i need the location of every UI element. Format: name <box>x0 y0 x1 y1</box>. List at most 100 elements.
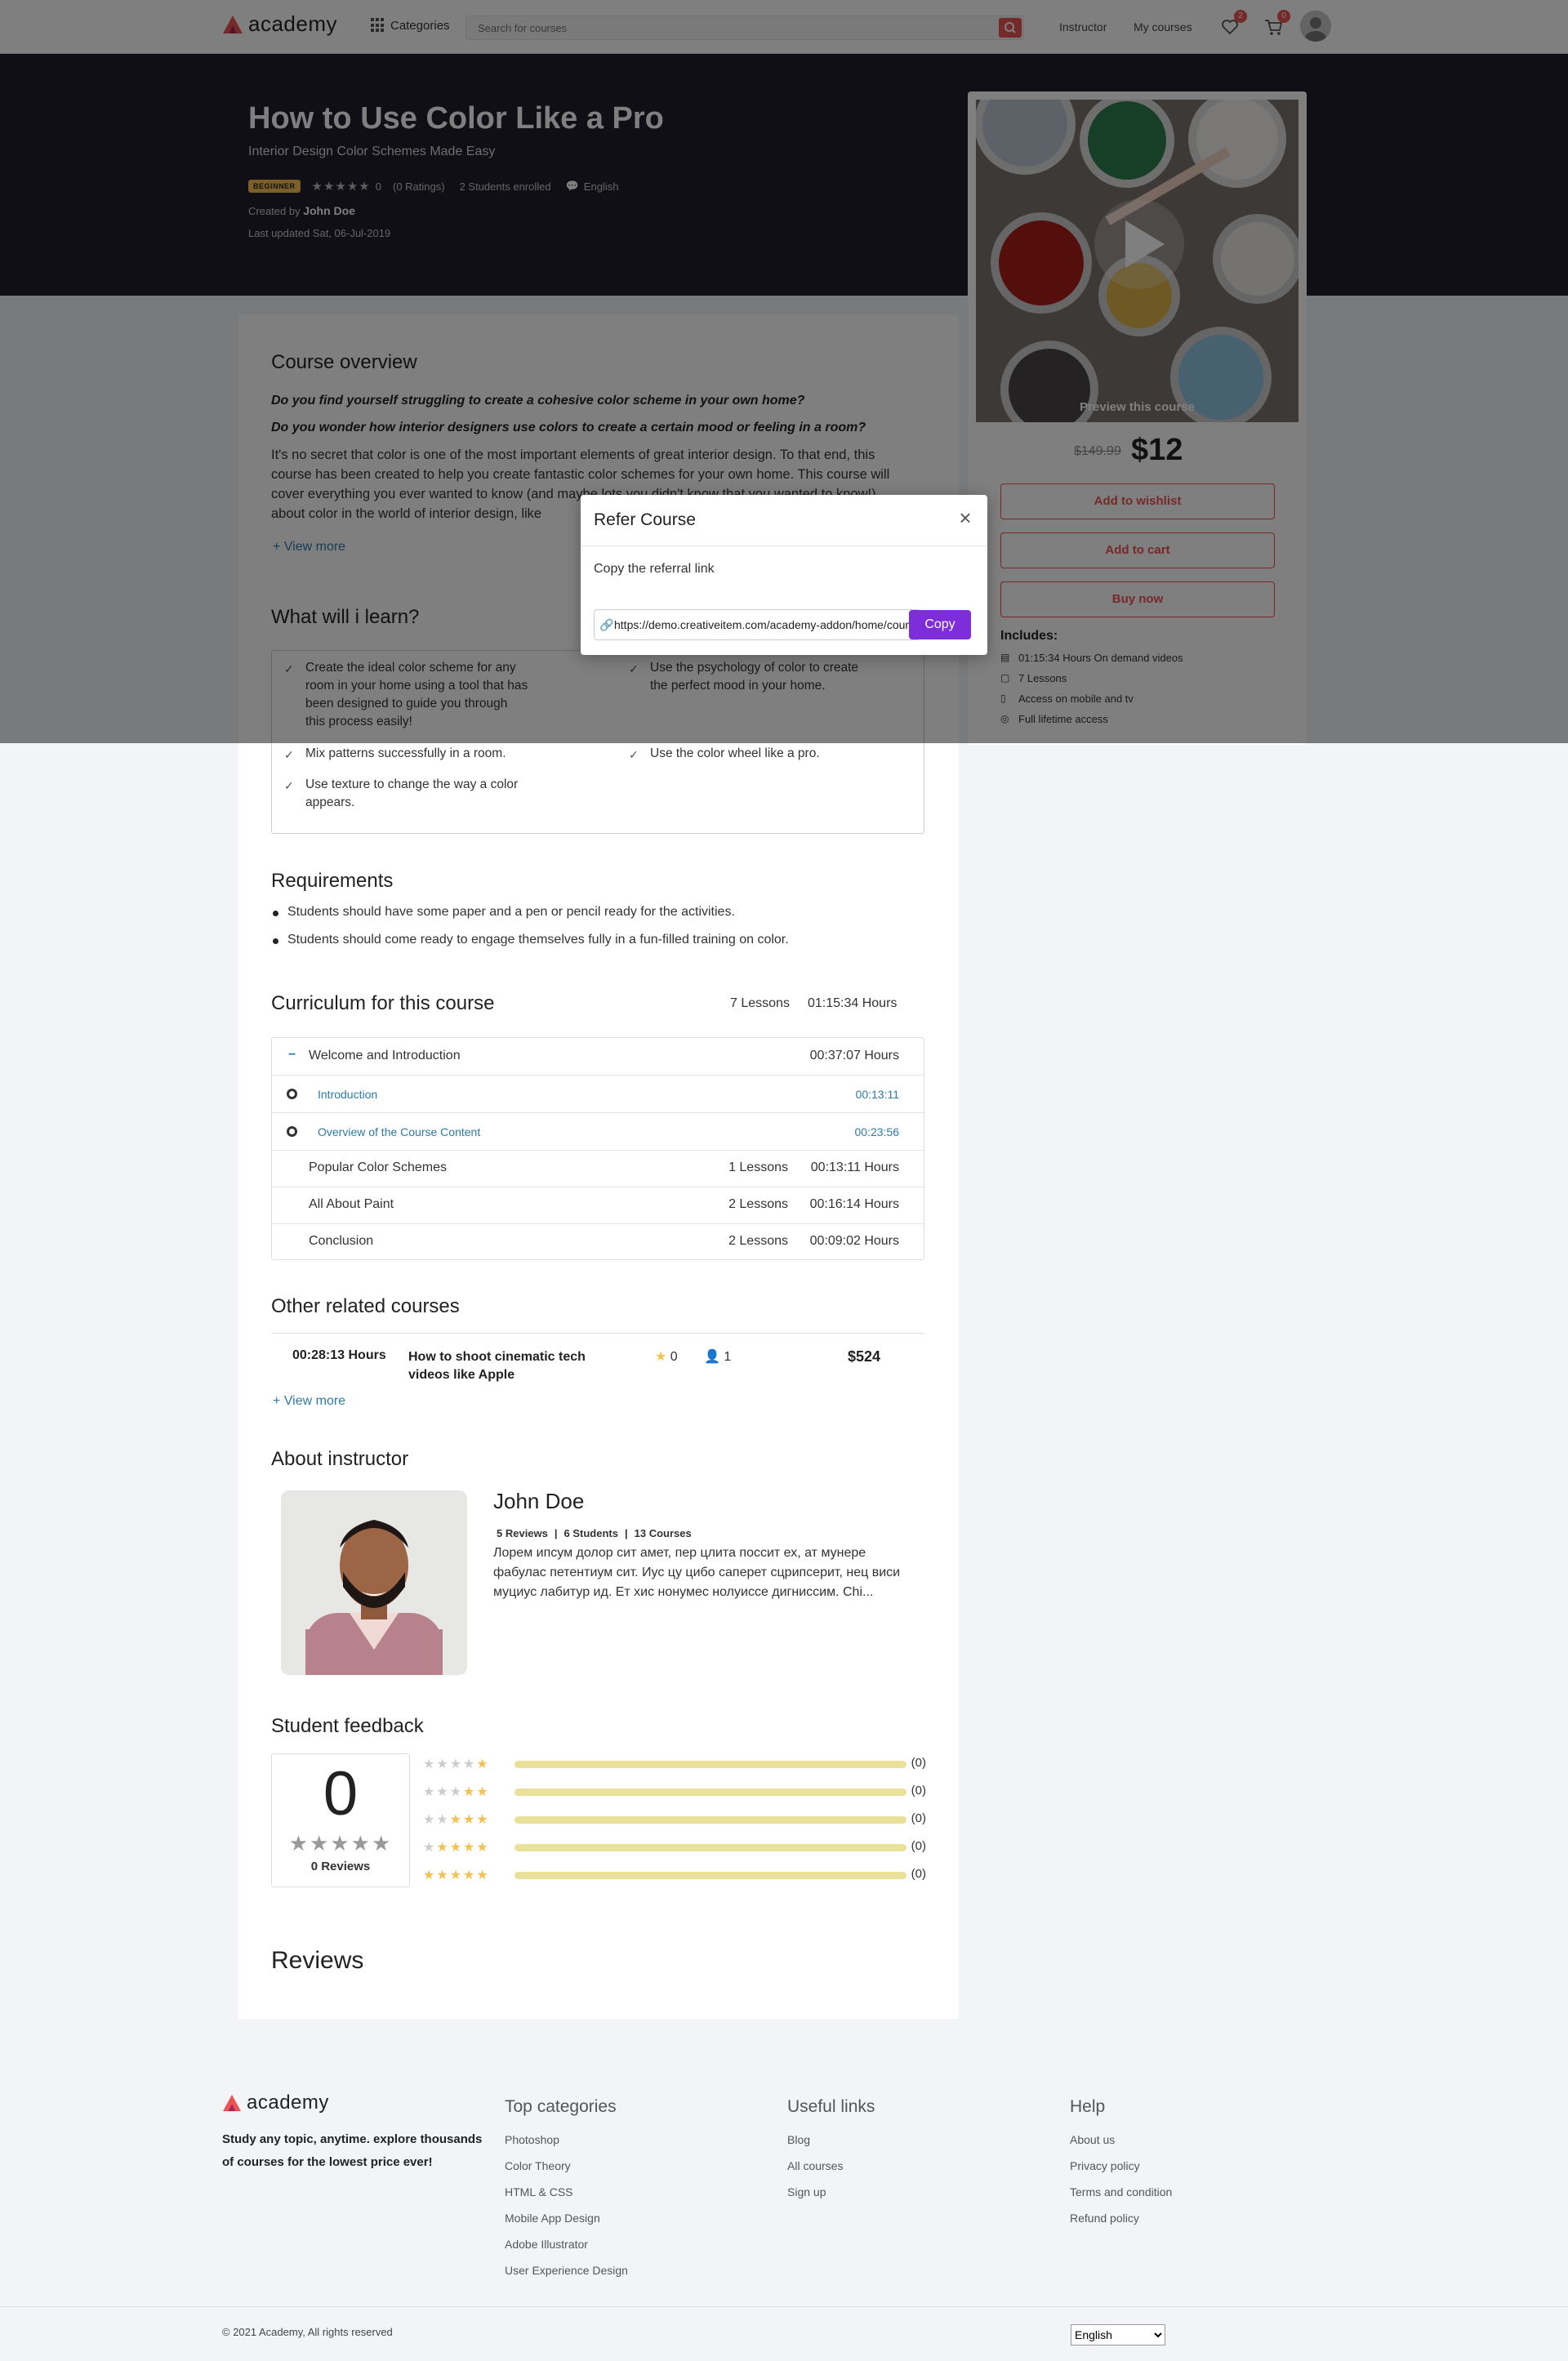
footer-link[interactable]: All courses <box>787 2159 843 2172</box>
footer-link[interactable]: User Experience Design <box>505 2264 628 2277</box>
rating-breakdown-row: ★★★★★ (0) <box>423 1811 926 1828</box>
footer-link[interactable]: Sign up <box>787 2185 826 2198</box>
instructor-heading: About instructor <box>271 1448 409 1470</box>
footer-logo[interactable]: academy <box>222 2091 329 2114</box>
rating-row-bar <box>514 1872 906 1879</box>
related-view-more-link[interactable]: + View more <box>273 1394 345 1409</box>
star-icon: ★ <box>436 1813 450 1827</box>
check-icon: ✓ <box>284 779 294 792</box>
footer-link[interactable]: Terms and condition <box>1070 2185 1172 2198</box>
related-course-duration: 00:28:13 Hours <box>292 1348 386 1362</box>
star-icon: ★ <box>423 1869 437 1882</box>
copyright-text: © 2021 Academy, All rights reserved <box>222 2326 393 2338</box>
instructor-reviews: 5 Reviews <box>497 1527 548 1539</box>
star-icon: ★ <box>423 1813 437 1827</box>
rating-breakdown-row: ★★★★★ (0) <box>423 1784 926 1800</box>
requirement-item: Students should come ready to engage the… <box>271 933 789 947</box>
curriculum-lessons-count: 7 Lessons <box>730 996 790 1010</box>
related-heading: Other related courses <box>271 1295 460 1317</box>
collapse-icon: − <box>288 1048 296 1062</box>
footer-link[interactable]: Adobe Illustrator <box>505 2238 588 2251</box>
rating-row-stars: ★★★★★ <box>423 1756 490 1772</box>
footer-link[interactable]: About us <box>1070 2133 1115 2146</box>
related-course-students: 👤 1 <box>704 1348 731 1365</box>
section-lesson-count: 2 Lessons <box>728 1197 788 1211</box>
section-title: All About Paint <box>309 1197 394 1211</box>
lesson-title[interactable]: Overview of the Course Content <box>318 1125 480 1138</box>
check-icon: ✓ <box>629 748 639 761</box>
curriculum-section[interactable]: Conclusion 2 Lessons 00:09:02 Hours <box>272 1224 924 1260</box>
referral-link-input[interactable] <box>614 610 916 639</box>
footer-link[interactable]: Color Theory <box>505 2159 571 2172</box>
feedback-heading: Student feedback <box>271 1715 424 1737</box>
curriculum-accordion: − Welcome and Introduction 00:37:07 Hour… <box>271 1037 924 1260</box>
average-rating-stars: ★★★★★ <box>288 1831 393 1855</box>
star-icon: ★ <box>463 1757 477 1771</box>
star-icon: ★ <box>655 1350 667 1364</box>
footer-link[interactable]: HTML & CSS <box>505 2185 573 2198</box>
curriculum-section-open[interactable]: − Welcome and Introduction 00:37:07 Hour… <box>272 1038 924 1076</box>
instructor-students: 6 Students <box>564 1527 618 1539</box>
rating-breakdown-row: ★★★★★ (0) <box>423 1756 926 1772</box>
star-icon: ★ <box>436 1869 450 1882</box>
section-title: Welcome and Introduction <box>309 1049 461 1062</box>
lesson-duration: 00:13:11 <box>855 1088 899 1101</box>
instructor-stats: 5 Reviews | 6 Students | 13 Courses <box>497 1527 692 1539</box>
star-icon: ★ <box>463 1869 477 1882</box>
footer-link[interactable]: Privacy policy <box>1070 2159 1140 2172</box>
curriculum-section[interactable]: All About Paint 2 Lessons 00:16:14 Hours <box>272 1187 924 1224</box>
footer-tagline: Study any topic, anytime. explore thousa… <box>222 2132 483 2169</box>
star-icon: ★ <box>436 1757 450 1771</box>
instructor-name[interactable]: John Doe <box>493 1489 584 1514</box>
link-icon: 🔗 <box>599 618 614 631</box>
rating-row-stars: ★★★★★ <box>423 1784 490 1800</box>
section-duration: 00:16:14 Hours <box>809 1197 899 1211</box>
modal-label: Copy the referral link <box>594 562 715 576</box>
footer-link[interactable]: Photoshop <box>505 2133 559 2146</box>
rating-row-stars: ★★★★★ <box>423 1867 490 1883</box>
rating-breakdown-row: ★★★★★ (0) <box>423 1839 926 1855</box>
lesson-title[interactable]: Introduction <box>318 1088 377 1101</box>
star-icon: ★ <box>449 1841 464 1855</box>
close-icon[interactable]: × <box>955 507 976 529</box>
lesson-row[interactable]: Introduction 00:13:11 <box>272 1076 924 1113</box>
reviews-heading: Reviews <box>271 1947 364 1974</box>
section-lesson-count: 2 Lessons <box>728 1234 788 1248</box>
footer-link[interactable]: Blog <box>787 2133 810 2146</box>
star-icon: ★ <box>423 1841 437 1855</box>
star-icon: ★ <box>436 1785 450 1799</box>
star-icon: ★ <box>423 1757 437 1771</box>
site-footer <box>0 2074 1568 2361</box>
related-course-title[interactable]: How to shoot cinematic tech videos like … <box>408 1348 629 1384</box>
star-icon: ★ <box>463 1841 477 1855</box>
curriculum-section[interactable]: Popular Color Schemes 1 Lessons 00:13:11… <box>272 1151 924 1187</box>
reviews-count: 0 Reviews <box>310 1860 371 1873</box>
curriculum-heading: Curriculum for this course <box>271 992 495 1014</box>
footer-col-heading: Useful links <box>787 2097 875 2116</box>
learn-item-text: Mix patterns successfully in a room. <box>305 746 506 760</box>
requirements-heading: Requirements <box>271 870 394 892</box>
star-icon: ★ <box>476 1813 490 1827</box>
related-course-row[interactable]: 00:28:13 Hours How to shoot cinematic te… <box>271 1333 924 1393</box>
copy-button[interactable]: Copy <box>909 610 971 639</box>
related-students-value: 1 <box>724 1350 732 1364</box>
instructor-photo <box>281 1490 467 1675</box>
instructor-bio: Лорем ипсум долор сит амет, пер цлита по… <box>493 1546 901 1599</box>
instructor-courses: 13 Courses <box>634 1527 692 1539</box>
footer-link[interactable]: Refund policy <box>1070 2212 1139 2225</box>
requirement-item: Students should have some paper and a pe… <box>271 905 735 920</box>
average-rating-box: 0 ★★★★★ 0 Reviews <box>271 1753 410 1887</box>
footer-link[interactable]: Mobile App Design <box>505 2212 600 2225</box>
academy-logo-icon <box>223 2094 241 2112</box>
rating-row-count: (0) <box>911 1756 926 1770</box>
rating-row-bar <box>514 1844 906 1851</box>
language-select[interactable]: English <box>1071 2324 1165 2345</box>
lesson-row[interactable]: Overview of the Course Content 00:23:56 <box>272 1113 924 1151</box>
average-rating-value: 0 <box>323 1759 359 1829</box>
refer-course-modal: Refer Course × Copy the referral link 🔗 … <box>581 495 987 655</box>
footer-col-heading: Top categories <box>505 2097 617 2116</box>
star-icon: ★ <box>476 1785 490 1799</box>
related-course-rating: ★ 0 <box>655 1348 678 1365</box>
section-lesson-count: 1 Lessons <box>728 1160 788 1174</box>
rating-row-bar <box>514 1761 906 1768</box>
